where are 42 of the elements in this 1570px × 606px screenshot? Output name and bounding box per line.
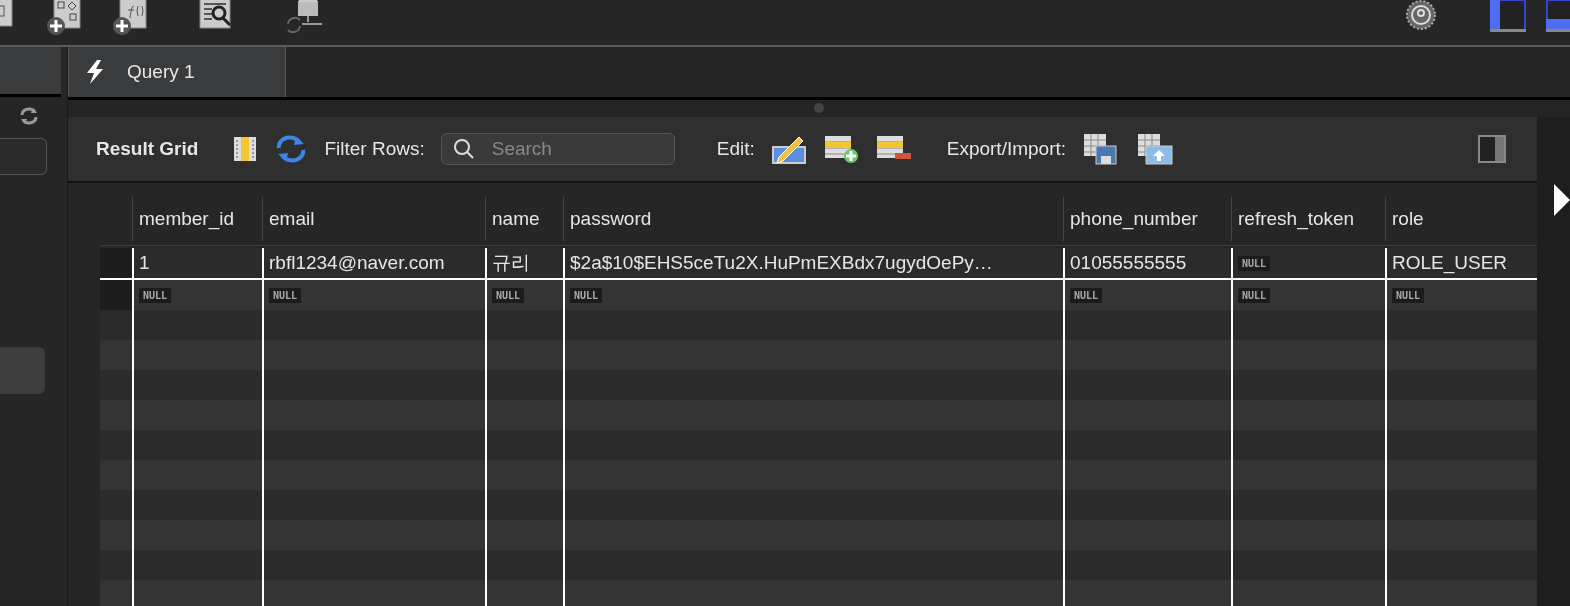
search-icon bbox=[452, 138, 475, 160]
null-badge: NULL bbox=[1238, 287, 1271, 303]
query-tab[interactable]: Query 1 bbox=[68, 47, 286, 97]
null-badge: NULL bbox=[570, 287, 603, 303]
column-header[interactable]: email bbox=[262, 197, 485, 241]
add-diagram-icon[interactable] bbox=[46, 0, 82, 36]
bottom-panel-toggle-icon[interactable] bbox=[1546, 0, 1570, 32]
result-grid-title: Result Grid bbox=[96, 138, 199, 160]
import-upload-icon[interactable] bbox=[1136, 132, 1175, 166]
table-search-icon[interactable] bbox=[198, 0, 234, 30]
null-badge: NULL bbox=[139, 287, 172, 303]
null-badge: NULL bbox=[492, 287, 525, 303]
column-header[interactable]: member_id bbox=[132, 197, 262, 241]
splitter-handle[interactable] bbox=[814, 103, 824, 113]
panel-toggle-icon[interactable] bbox=[1477, 134, 1507, 164]
edit-label: Edit: bbox=[716, 138, 755, 160]
null-badge: NULL bbox=[1392, 287, 1425, 303]
expand-arrow-icon[interactable] bbox=[1552, 184, 1570, 216]
null-badge: NULL bbox=[1238, 255, 1271, 271]
table-cell: rbfl1234@naver.com bbox=[269, 252, 445, 274]
column-header[interactable]: password bbox=[563, 197, 1063, 241]
columns-icon[interactable] bbox=[232, 135, 259, 163]
column-header[interactable]: refresh_token bbox=[1231, 197, 1385, 241]
add-function-icon[interactable] bbox=[112, 0, 148, 36]
search-field[interactable]: Search bbox=[440, 133, 675, 165]
column-header[interactable]: phone_number bbox=[1063, 197, 1231, 241]
sidebar-search-field[interactable] bbox=[0, 138, 47, 175]
table-cell: 01055555555 bbox=[1070, 252, 1187, 274]
table-cell: 1 bbox=[139, 252, 150, 274]
table-cell: $2a$10$EHS5ceTu2X.HuPmEXBdx7ugydOePy… bbox=[570, 252, 993, 274]
export-import-label: Export/Import: bbox=[946, 138, 1067, 160]
null-badge: NULL bbox=[269, 287, 302, 303]
table-cell: ROLE_USER bbox=[1392, 252, 1508, 274]
sidebar-toggle-icon[interactable] bbox=[1490, 0, 1526, 32]
null-badge: NULL bbox=[1070, 287, 1103, 303]
table-cell-text: 규리 bbox=[492, 251, 530, 275]
database-sync-icon[interactable] bbox=[284, 0, 324, 34]
filter-rows-label: Filter Rows: bbox=[324, 138, 425, 160]
lightning-icon bbox=[85, 60, 105, 84]
refresh-icon[interactable] bbox=[19, 107, 39, 125]
add-row-icon[interactable] bbox=[822, 134, 859, 164]
column-header[interactable]: name bbox=[485, 197, 563, 241]
